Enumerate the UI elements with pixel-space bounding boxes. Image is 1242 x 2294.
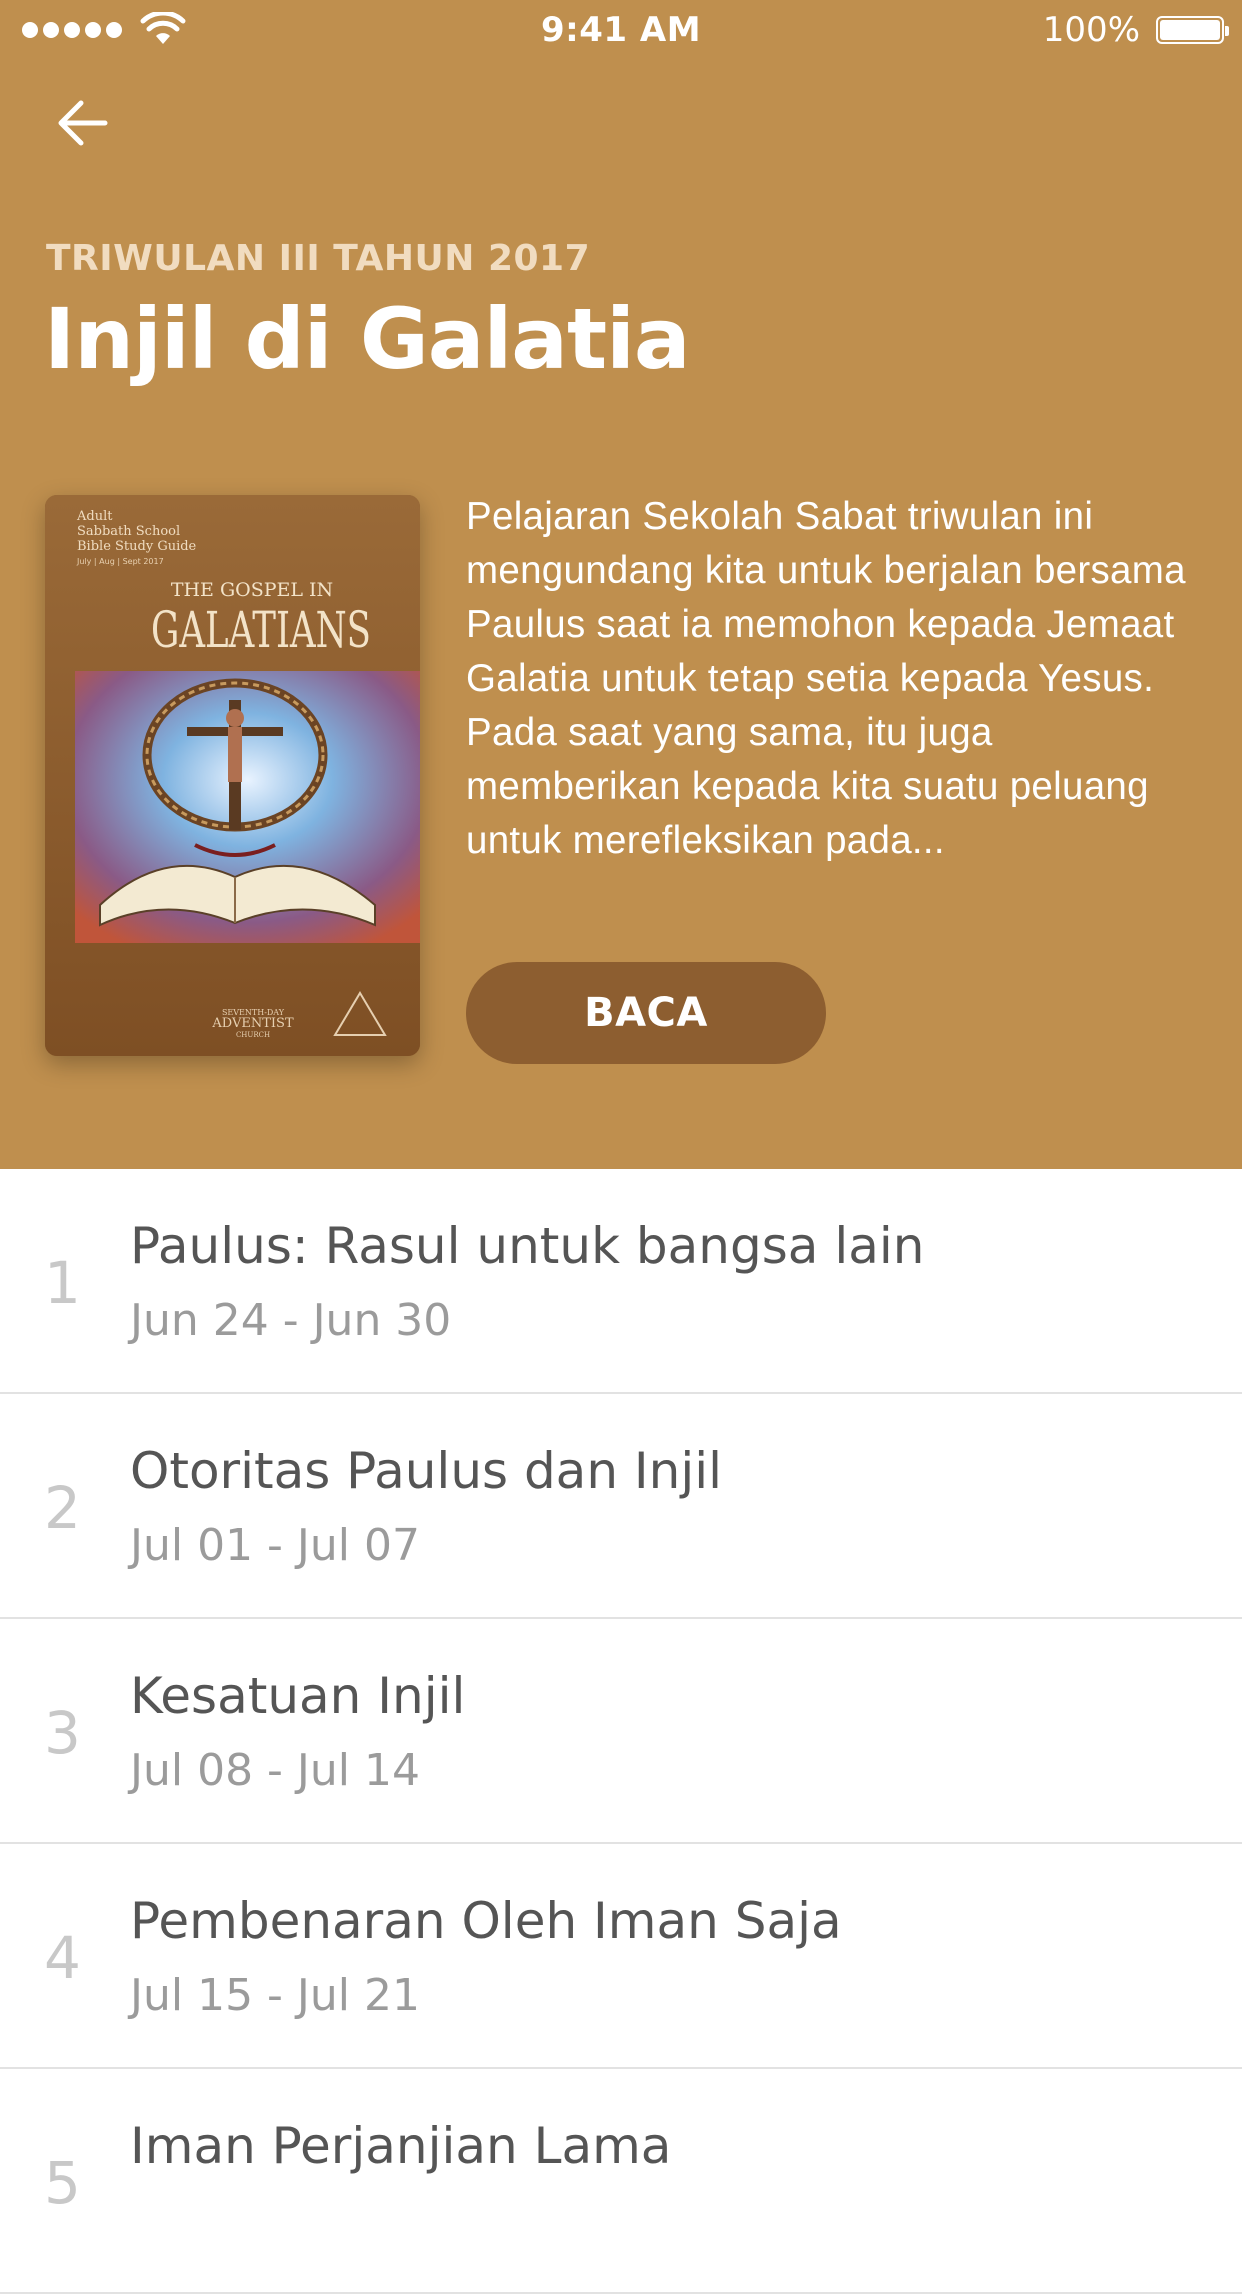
page-title: Injil di Galatia <box>44 290 691 388</box>
quarter-label: TRIWULAN III TAHUN 2017 <box>46 238 591 279</box>
cover-publisher-3: CHURCH <box>236 1031 270 1039</box>
lesson-number: 2 <box>44 1474 81 1542</box>
lesson-date: Jun 24 - Jun 30 <box>130 1295 452 1346</box>
lesson-item-2[interactable]: 2 Otoritas Paulus dan Injil Jul 01 - Jul… <box>0 1394 1242 1619</box>
lesson-number: 3 <box>44 1699 81 1767</box>
lesson-date: Jul 15 - Jul 21 <box>130 1970 420 2021</box>
lesson-title: Iman Perjanjian Lama <box>130 2117 672 2175</box>
battery-icon <box>1156 16 1229 44</box>
lesson-header: 9:41 AM 100% TRIWULAN III TAHUN 2017 Inj… <box>0 0 1242 1169</box>
lesson-title: Pembenaran Oleh Iman Saja <box>130 1892 842 1950</box>
lesson-date: Jul 01 - Jul 07 <box>130 1520 420 1571</box>
lesson-date: Jul 08 - Jul 14 <box>130 1745 420 1796</box>
arrow-left-icon <box>58 100 108 146</box>
battery-percent: 100% <box>1042 10 1140 50</box>
back-button[interactable] <box>50 90 116 156</box>
cover-publisher-2: ADVENTIST <box>211 1016 294 1031</box>
cover-small-line-1: Adult <box>76 509 113 524</box>
cover-small-line-3: Bible Study Guide <box>77 539 197 554</box>
lesson-item-3[interactable]: 3 Kesatuan Injil Jul 08 - Jul 14 <box>0 1619 1242 1844</box>
cover-line-1: THE GOSPEL IN <box>171 579 333 601</box>
lesson-item-1[interactable]: 1 Paulus: Rasul untuk bangsa lain Jun 24… <box>0 1169 1242 1394</box>
lesson-list: 1 Paulus: Rasul untuk bangsa lain Jun 24… <box>0 1169 1242 2294</box>
status-bar: 9:41 AM 100% <box>0 0 1242 60</box>
lesson-item-4[interactable]: 4 Pembenaran Oleh Iman Saja Jul 15 - Jul… <box>0 1844 1242 2069</box>
lesson-title: Kesatuan Injil <box>130 1667 466 1725</box>
cover-small-line-4: July | Aug | Sept 2017 <box>76 557 164 566</box>
lesson-item-5[interactable]: 5 Iman Perjanjian Lama <box>0 2069 1242 2294</box>
lesson-title: Paulus: Rasul untuk bangsa lain <box>130 1217 925 1275</box>
lesson-title: Otoritas Paulus dan Injil <box>130 1442 723 1500</box>
quarterly-description: Pelajaran Sekolah Sabat triwulan ini men… <box>466 495 1186 862</box>
lesson-number: 4 <box>44 1924 81 1992</box>
cover-small-line-2: Sabbath School <box>77 524 180 539</box>
lesson-number: 1 <box>44 1249 81 1317</box>
read-button[interactable]: BACA <box>466 962 826 1064</box>
lesson-number: 5 <box>44 2149 81 2217</box>
quarterly-cover-image: Adult Sabbath School Bible Study Guide J… <box>45 495 420 1056</box>
cover-line-2: GALATIANS <box>151 601 371 659</box>
